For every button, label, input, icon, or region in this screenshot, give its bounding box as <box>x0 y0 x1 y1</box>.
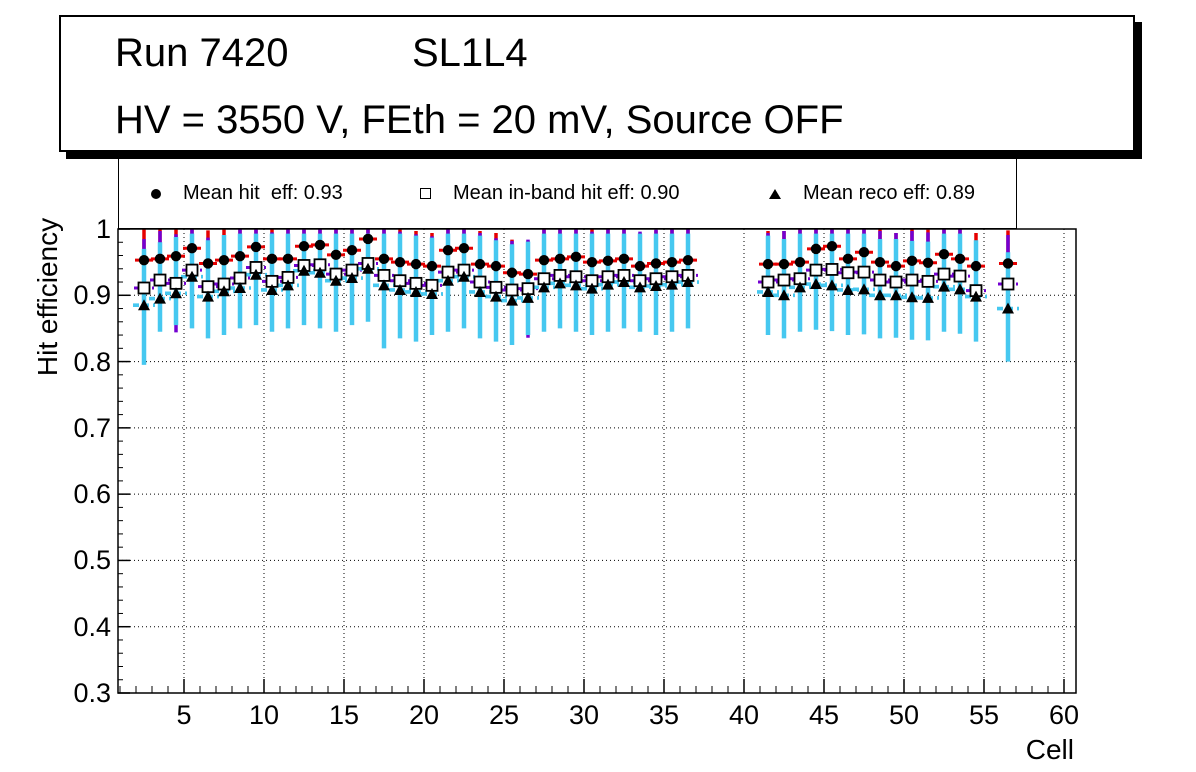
y-tick-label: 0.4 <box>73 611 111 642</box>
y-tick-label: 0.3 <box>73 678 111 708</box>
x-tick-label: 50 <box>888 700 920 730</box>
x-tick-label: 20 <box>408 700 440 730</box>
y-tick-label: 0.8 <box>73 346 111 377</box>
x-tick-label: 5 <box>176 700 192 730</box>
root-canvas: { "title_box": { "run": "Run 7420", "lay… <box>0 0 1196 772</box>
y-tick-label: 1 <box>95 214 111 244</box>
x-tick-label: 35 <box>648 700 680 730</box>
x-tick-label: 55 <box>968 700 1000 730</box>
x-tick-label: 60 <box>1048 700 1080 730</box>
x-tick-label: 45 <box>808 700 840 730</box>
x-tick-label: 10 <box>248 700 280 730</box>
y-tick-label: 0.6 <box>73 479 111 510</box>
x-tick-label: 40 <box>728 700 760 730</box>
y-tick-label: 0.5 <box>73 545 111 576</box>
x-tick-label: 30 <box>568 700 600 730</box>
y-tick-label: 0.9 <box>73 280 111 311</box>
y-tick-label: 0.7 <box>73 412 111 443</box>
x-tick-label: 15 <box>328 700 360 730</box>
x-tick-label: 25 <box>488 700 520 730</box>
data-points <box>133 229 1019 365</box>
efficiency-plot <box>117 228 1077 694</box>
